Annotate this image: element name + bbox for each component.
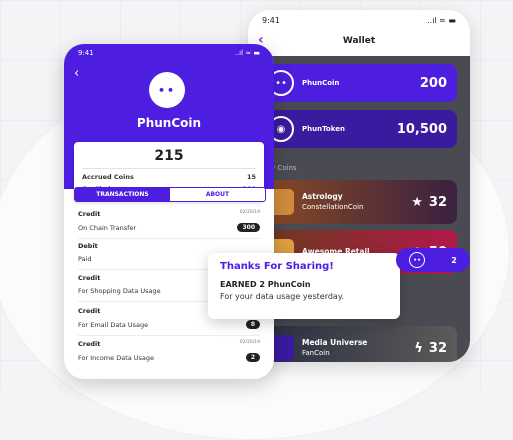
coin-card-phuntoken[interactable]: ◉ PhunToken 10,500 (258, 110, 457, 148)
phuncoin-phone: 9:41 ..ıl ≈ ▬ ‹ •• PhunCoin 215 Accrued … (64, 44, 274, 379)
coin-name: PhunToken (302, 125, 345, 133)
tab-about[interactable]: ABOUT (170, 188, 265, 201)
status-signal: ..ıl ≈ ▬ (234, 49, 260, 57)
phuncoin-logo-icon: •• (149, 72, 185, 108)
tx-type: Credit (78, 274, 101, 282)
divider (82, 168, 256, 169)
loyalty-card-media[interactable]: Media Universe FanCoin ϟ 32 (258, 326, 457, 362)
page-title: PhunCoin (136, 116, 202, 130)
tx-type: Debit (78, 242, 98, 250)
coin-value: 200 (419, 75, 447, 91)
coin-value: 10,500 (396, 121, 447, 137)
tx-type: Credit (78, 307, 101, 315)
status-time: 9:41 (262, 15, 280, 25)
badge-value: 2 (451, 255, 457, 265)
notification-title: Thanks For Sharing! (220, 261, 334, 272)
tx-type: Credit (78, 210, 101, 218)
loyalty-sub: FanCoin (302, 349, 330, 357)
total-balance: 215 (154, 148, 184, 164)
bolt-icon: ϟ (414, 340, 423, 356)
back-icon[interactable]: ‹ (74, 66, 79, 81)
tx-desc: Paid (78, 255, 92, 263)
status-time: 9:41 (78, 49, 94, 57)
tab-transactions[interactable]: TRANSACTIONS (75, 188, 170, 201)
tx-desc: On Chain Transfer (78, 223, 137, 232)
status-bar: 9:41 ..ıl ≈ ▬ (64, 44, 274, 62)
loyalty-value: 32 (428, 194, 447, 210)
transaction-row[interactable]: Credit 02/20/19 For Income Data Usage 2 (78, 340, 260, 362)
notification-line1: EARNED 2 PhunCoin (220, 280, 311, 289)
loyalty-sub: ConstellationCoin (302, 203, 364, 211)
star-icon: ★ (411, 194, 423, 210)
page-title: Wallet (342, 36, 376, 46)
notification-line2: For your data usage yesterday. (220, 292, 344, 301)
accrued-value: 15 (246, 173, 256, 181)
tx-amount: 2 (245, 353, 260, 362)
status-signal: ..ıl ≈ ▬ (427, 15, 456, 25)
notification-card[interactable]: Thanks For Sharing! EARNED 2 PhunCoin Fo… (208, 253, 400, 319)
tx-date: 02/20/19 (239, 340, 260, 345)
tx-date: 02/20/19 (239, 210, 260, 215)
transaction-row[interactable]: Credit 02/20/19 On Chain Transfer 300 (78, 210, 260, 239)
loyalty-value: 32 (428, 340, 447, 356)
loyalty-card-astrology[interactable]: Astrology ConstellationCoin ★ 32 (258, 180, 457, 224)
phuncoin-icon: •• (409, 252, 426, 268)
tx-desc: For Income Data Usage (78, 353, 155, 362)
tx-amount: 300 (237, 223, 260, 232)
status-bar: 9:41 ..ıl ≈ ▬ (248, 10, 470, 30)
loyalty-name: Media Universe (302, 338, 368, 347)
tab-bar: TRANSACTIONS ABOUT (74, 187, 266, 202)
accrued-row: Accrued Coins 15 (74, 173, 264, 181)
accrued-label: Accrued Coins (82, 173, 134, 181)
tx-desc: For Email Data Usage (78, 320, 149, 329)
nav-bar: ‹ Wallet (248, 30, 470, 52)
coin-name: PhunCoin (302, 79, 340, 87)
tx-desc: For Shopping Data Usage (78, 287, 161, 295)
loyalty-name: Astrology (302, 192, 343, 201)
tx-amount: 8 (245, 320, 260, 329)
notification-badge[interactable]: •• 2 (396, 248, 470, 272)
tx-type: Credit (78, 340, 101, 348)
coin-card-phuncoin[interactable]: •• PhunCoin 200 (258, 64, 457, 102)
